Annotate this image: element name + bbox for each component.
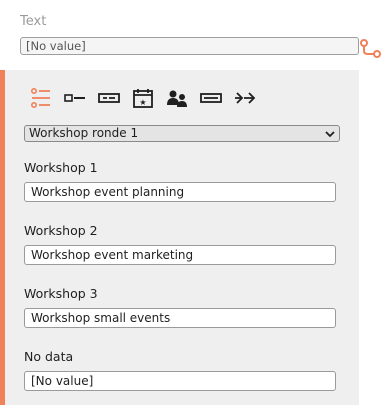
field-type-toolbar: ★	[30, 87, 256, 109]
workshop-round-selected: Workshop ronde 1	[29, 126, 139, 140]
users-icon[interactable]	[166, 88, 188, 108]
field-input-workshop-3[interactable]: Workshop small events	[24, 308, 336, 328]
svg-text:★: ★	[139, 98, 146, 107]
workshop-round-select[interactable]: Workshop ronde 1	[24, 125, 340, 142]
connect-icon[interactable]	[360, 37, 384, 59]
input-box-icon[interactable]	[98, 88, 120, 108]
list-icon[interactable]	[30, 88, 52, 108]
calendar-icon[interactable]: ★	[132, 88, 154, 108]
field-label-workshop-3: Workshop 3	[24, 286, 98, 301]
field-input-workshop-2[interactable]: Workshop event marketing	[24, 245, 336, 265]
field-icon[interactable]	[200, 88, 222, 108]
text-field-icon[interactable]	[64, 88, 86, 108]
field-input-no-data[interactable]: [No value]	[24, 371, 336, 391]
arrows-icon[interactable]	[234, 88, 256, 108]
panel-accent-bar	[0, 70, 5, 405]
field-label-workshop-1: Workshop 1	[24, 160, 98, 175]
field-label-workshop-2: Workshop 2	[24, 223, 98, 238]
field-input-workshop-1[interactable]: Workshop event planning	[24, 182, 336, 202]
text-label: Text	[20, 14, 47, 29]
field-label-no-data: No data	[24, 349, 74, 364]
text-value-field[interactable]: [No value]	[20, 37, 359, 55]
field-panel: ★ Workshop ronde 1 Workshop 1 Workshop e…	[0, 70, 359, 405]
chevron-down-icon	[325, 128, 335, 138]
